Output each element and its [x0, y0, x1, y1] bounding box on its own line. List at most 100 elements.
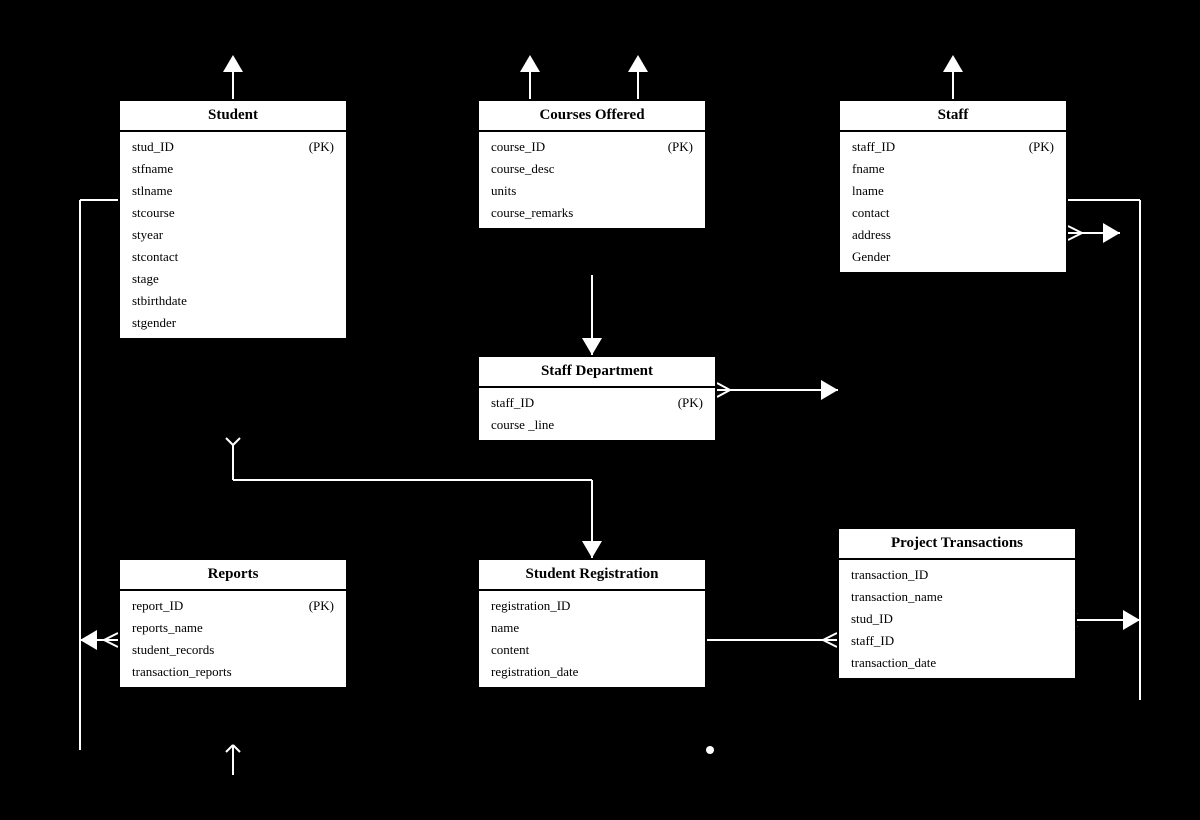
table-row: lname [840, 180, 1066, 202]
er-diagram: Student stud_ID (PK) stfname stlname stc… [0, 0, 1200, 820]
table-row: stgender [120, 312, 346, 334]
entity-studentreg-body: registration_ID name content registratio… [479, 591, 705, 687]
table-row: stcourse [120, 202, 346, 224]
table-row: stud_ID [839, 608, 1075, 630]
table-row: name [479, 617, 705, 639]
field-name: stud_ID [851, 611, 893, 627]
table-row: registration_ID [479, 595, 705, 617]
table-row: transaction_ID [839, 564, 1075, 586]
table-row: stfname [120, 158, 346, 180]
table-row: transaction_name [839, 586, 1075, 608]
table-row: Gender [840, 246, 1066, 268]
field-name: stlname [132, 183, 172, 199]
field-name: fname [852, 161, 884, 177]
table-row: course_ID (PK) [479, 136, 705, 158]
entity-studentreg-title: Student Registration [479, 560, 705, 591]
entity-student-title: Student [120, 101, 346, 132]
arrow-staffdept-right [821, 380, 838, 400]
table-row: report_ID (PK) [120, 595, 346, 617]
field-pk: (PK) [668, 139, 693, 155]
field-name: stfname [132, 161, 173, 177]
field-name: name [491, 620, 519, 636]
table-row: stud_ID (PK) [120, 136, 346, 158]
entity-courses-body: course_ID (PK) course_desc units course_… [479, 132, 705, 228]
table-row: registration_date [479, 661, 705, 683]
table-row: stage [120, 268, 346, 290]
field-pk: (PK) [309, 139, 334, 155]
table-row: transaction_reports [120, 661, 346, 683]
field-name: lname [852, 183, 884, 199]
field-name: transaction_reports [132, 664, 232, 680]
field-name: content [491, 642, 529, 658]
dot-studentreg-bottom [706, 746, 714, 754]
field-name: stcourse [132, 205, 175, 221]
arrow-reports-left [80, 630, 97, 650]
table-row: staff_ID (PK) [840, 136, 1066, 158]
table-row: styear [120, 224, 346, 246]
field-name: reports_name [132, 620, 203, 636]
table-row: stbirthdate [120, 290, 346, 312]
field-name: address [852, 227, 891, 243]
table-row: student_records [120, 639, 346, 661]
field-name: units [491, 183, 516, 199]
table-row: address [840, 224, 1066, 246]
field-name: report_ID [132, 598, 183, 614]
entity-staff-department: Staff Department staff_ID (PK) course _l… [477, 355, 717, 442]
field-name: styear [132, 227, 163, 243]
field-name: registration_ID [491, 598, 570, 614]
field-name: stgender [132, 315, 176, 331]
arrow-studentreg-top [582, 541, 602, 558]
field-pk: (PK) [1029, 139, 1054, 155]
arrow-projtrans-right [1123, 610, 1140, 630]
field-name: stage [132, 271, 159, 287]
field-name: transaction_ID [851, 567, 928, 583]
arrow-staff-right [1103, 223, 1120, 243]
entity-student-registration: Student Registration registration_ID nam… [477, 558, 707, 689]
table-row: reports_name [120, 617, 346, 639]
entity-project-transactions: Project Transactions transaction_ID tran… [837, 527, 1077, 680]
table-row: units [479, 180, 705, 202]
entity-projtrans-title: Project Transactions [839, 529, 1075, 560]
arrow-courses-top-left [520, 55, 540, 72]
entity-student-body: stud_ID (PK) stfname stlname stcourse st… [120, 132, 346, 338]
field-name: course_desc [491, 161, 555, 177]
field-name: contact [852, 205, 890, 221]
field-name: transaction_name [851, 589, 943, 605]
field-name: course_ID [491, 139, 545, 155]
table-row: course_desc [479, 158, 705, 180]
entity-reports-body: report_ID (PK) reports_name student_reco… [120, 591, 346, 687]
field-name: transaction_date [851, 655, 936, 671]
arrow-student-top [223, 55, 243, 72]
entity-projtrans-body: transaction_ID transaction_name stud_ID … [839, 560, 1075, 678]
table-row: course _line [479, 414, 715, 436]
field-name: course_remarks [491, 205, 573, 221]
entity-courses-title: Courses Offered [479, 101, 705, 132]
table-row: contact [840, 202, 1066, 224]
table-row: stcontact [120, 246, 346, 268]
entity-reports-title: Reports [120, 560, 346, 591]
entity-staff: Staff staff_ID (PK) fname lname contact … [838, 99, 1068, 274]
entity-reports: Reports report_ID (PK) reports_name stud… [118, 558, 348, 689]
field-name: stud_ID [132, 139, 174, 155]
table-row: staff_ID [839, 630, 1075, 652]
entity-staffdept-body: staff_ID (PK) course _line [479, 388, 715, 440]
field-name: staff_ID [491, 395, 534, 411]
entity-courses-offered: Courses Offered course_ID (PK) course_de… [477, 99, 707, 230]
arrow-courses-bottom [582, 338, 602, 355]
table-row: fname [840, 158, 1066, 180]
table-row: staff_ID (PK) [479, 392, 715, 414]
field-name: registration_date [491, 664, 578, 680]
field-pk: (PK) [309, 598, 334, 614]
table-row: content [479, 639, 705, 661]
field-name: course _line [491, 417, 554, 433]
table-row: stlname [120, 180, 346, 202]
field-name: Gender [852, 249, 890, 265]
arrow-staff-top [943, 55, 963, 72]
field-name: staff_ID [851, 633, 894, 649]
entity-staff-title: Staff [840, 101, 1066, 132]
field-name: staff_ID [852, 139, 895, 155]
field-name: student_records [132, 642, 214, 658]
table-row: course_remarks [479, 202, 705, 224]
arrow-courses-top-right [628, 55, 648, 72]
field-name: stcontact [132, 249, 178, 265]
